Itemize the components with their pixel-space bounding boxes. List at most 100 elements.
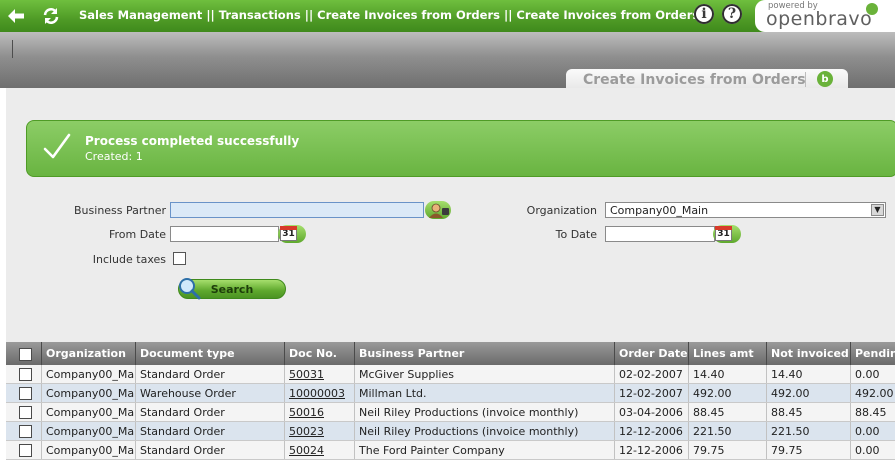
cell-business-partner: Neil Riley Productions (invoice monthly) [355, 403, 615, 421]
include-taxes-label: Include taxes [92, 253, 166, 266]
row-select-cell [6, 384, 42, 402]
cell-document-type: Standard Order [136, 441, 285, 459]
header-not-invoiced[interactable]: Not invoiced [767, 342, 851, 365]
cell-doc-no[interactable]: 50031 [285, 365, 355, 383]
organization-select[interactable]: Company00_Main ▼ [605, 202, 886, 218]
cell-business-partner: Millman Ltd. [355, 384, 615, 402]
calendar-day: 31 [280, 226, 297, 241]
cell-text: Company00_Main [46, 368, 136, 381]
main-panel: Process completed successfully Created: … [6, 88, 895, 342]
cell-text: 79.75 [771, 444, 803, 457]
to-date-calendar-icon[interactable]: 31 [713, 225, 741, 243]
cell-doc-no[interactable]: 50016 [285, 403, 355, 421]
row-select-cell [6, 365, 42, 383]
cell-doc-no[interactable]: 50023 [285, 422, 355, 440]
cell-lines-amt: 79.75 [689, 441, 767, 459]
row-select-cell [6, 403, 42, 421]
header-doc-no[interactable]: Doc No. [285, 342, 355, 365]
cell-organization: Company00_Main [42, 365, 136, 383]
info-icon[interactable]: i [694, 4, 714, 24]
cell-document-type: Standard Order [136, 365, 285, 383]
cell-text: 02-02-2007 [619, 368, 683, 381]
breadcrumb-transactions[interactable]: Transactions [219, 8, 301, 22]
toolbar-separator [12, 40, 13, 58]
table-row[interactable]: Company00_Main Warehouse Order 10000003 Mil… [6, 384, 895, 403]
tab-title: Create Invoices from Orders [583, 72, 806, 88]
breadcrumb-create-invoices[interactable]: Create Invoices from Orders [317, 8, 500, 22]
cell-text: Company00_Main [46, 444, 136, 457]
doc-no-link[interactable]: 50023 [289, 425, 324, 438]
cell-text: 88.45 [693, 406, 725, 419]
breadcrumb-sales-management[interactable]: Sales Management [79, 8, 202, 22]
search-button[interactable]: Search [178, 278, 286, 300]
breadcrumb-current: Create Invoices from Orders [516, 8, 700, 22]
cell-text: 88.45 [855, 406, 887, 419]
cell-text: 12-12-2006 [619, 425, 683, 438]
cell-business-partner: McGiver Supplies [355, 365, 615, 383]
cell-text: 14.40 [771, 368, 803, 381]
cell-text: The Ford Painter Company [359, 444, 505, 457]
cell-business-partner: Neil Riley Productions (invoice monthly) [355, 422, 615, 440]
refresh-icon[interactable] [40, 5, 62, 27]
cell-doc-no[interactable]: 50024 [285, 441, 355, 459]
from-date-input[interactable] [170, 226, 279, 242]
cell-text: Warehouse Order [140, 387, 236, 400]
header-document-type[interactable]: Document type [136, 342, 285, 365]
cell-text: Standard Order [140, 444, 225, 457]
orders-grid: Organization Document type Doc No. Busin… [6, 342, 895, 467]
row-checkbox[interactable] [19, 387, 32, 400]
cell-text: 79.75 [693, 444, 725, 457]
cell-text: 221.50 [693, 425, 732, 438]
business-partner-input[interactable] [170, 202, 424, 218]
row-checkbox[interactable] [19, 406, 32, 419]
row-checkbox[interactable] [19, 368, 32, 381]
doc-no-link[interactable]: 50016 [289, 406, 324, 419]
table-row[interactable]: Company00_Main Standard Order 50023 Neil Ri… [6, 422, 895, 441]
cell-text: Neil Riley Productions (invoice monthly) [359, 406, 579, 419]
logo-dot-icon [866, 3, 878, 15]
header-organization[interactable]: Organization [42, 342, 136, 365]
cell-pending: 88.45 [851, 403, 895, 421]
openbravo-logo[interactable]: powered by openbravo [755, 0, 895, 32]
header-pending[interactable]: Pending [851, 342, 895, 365]
select-all-checkbox[interactable] [19, 348, 32, 361]
breadcrumb-separator: || [504, 8, 513, 22]
cell-doc-no[interactable]: 10000003 [285, 384, 355, 402]
tab-create-invoices[interactable]: Create Invoices from Orders b [566, 69, 848, 88]
cell-organization: Company00_Main [42, 422, 136, 440]
table-row[interactable]: Company00_Main Standard Order 50024 The For… [6, 441, 895, 460]
openbravo-tab-icon: b [817, 71, 833, 87]
business-partner-search-icon[interactable] [425, 201, 451, 219]
help-icon[interactable]: ? [722, 4, 742, 24]
cell-organization: Company00_Main [42, 384, 136, 402]
row-select-cell [6, 422, 42, 440]
table-row[interactable]: Company00_Main Standard Order 50031 McGiver… [6, 365, 895, 384]
header-business-partner[interactable]: Business Partner [355, 342, 615, 365]
cell-text: Standard Order [140, 368, 225, 381]
cell-document-type: Standard Order [136, 403, 285, 421]
doc-no-link[interactable]: 50031 [289, 368, 324, 381]
cell-text: 221.50 [771, 425, 810, 438]
cell-text: Standard Order [140, 425, 225, 438]
message-title: Process completed successfully [85, 134, 300, 148]
doc-no-link[interactable]: 10000003 [289, 387, 345, 400]
header-lines-amt[interactable]: Lines amt [689, 342, 767, 365]
cell-document-type: Standard Order [136, 422, 285, 440]
cell-text: Neil Riley Productions (invoice monthly) [359, 425, 579, 438]
from-date-calendar-icon[interactable]: 31 [278, 225, 306, 243]
doc-no-link[interactable]: 50024 [289, 444, 324, 457]
cell-not-invoiced: 79.75 [767, 441, 851, 459]
row-checkbox[interactable] [19, 425, 32, 438]
back-arrow-icon[interactable] [5, 5, 27, 27]
cell-order-date: 03-04-2006 [615, 403, 689, 421]
row-checkbox[interactable] [19, 444, 32, 457]
chevron-down-icon[interactable]: ▼ [871, 204, 884, 216]
header-order-date[interactable]: Order Date [615, 342, 689, 365]
to-date-label: To Date [555, 228, 597, 241]
cell-business-partner: The Ford Painter Company [355, 441, 615, 459]
to-date-input[interactable] [605, 226, 715, 242]
cell-text: 03-04-2006 [619, 406, 683, 419]
table-row[interactable]: Company00_Main Standard Order 50016 Neil Ri… [6, 403, 895, 422]
include-taxes-checkbox[interactable] [173, 252, 186, 265]
success-message: Process completed successfully Created: … [26, 120, 895, 177]
